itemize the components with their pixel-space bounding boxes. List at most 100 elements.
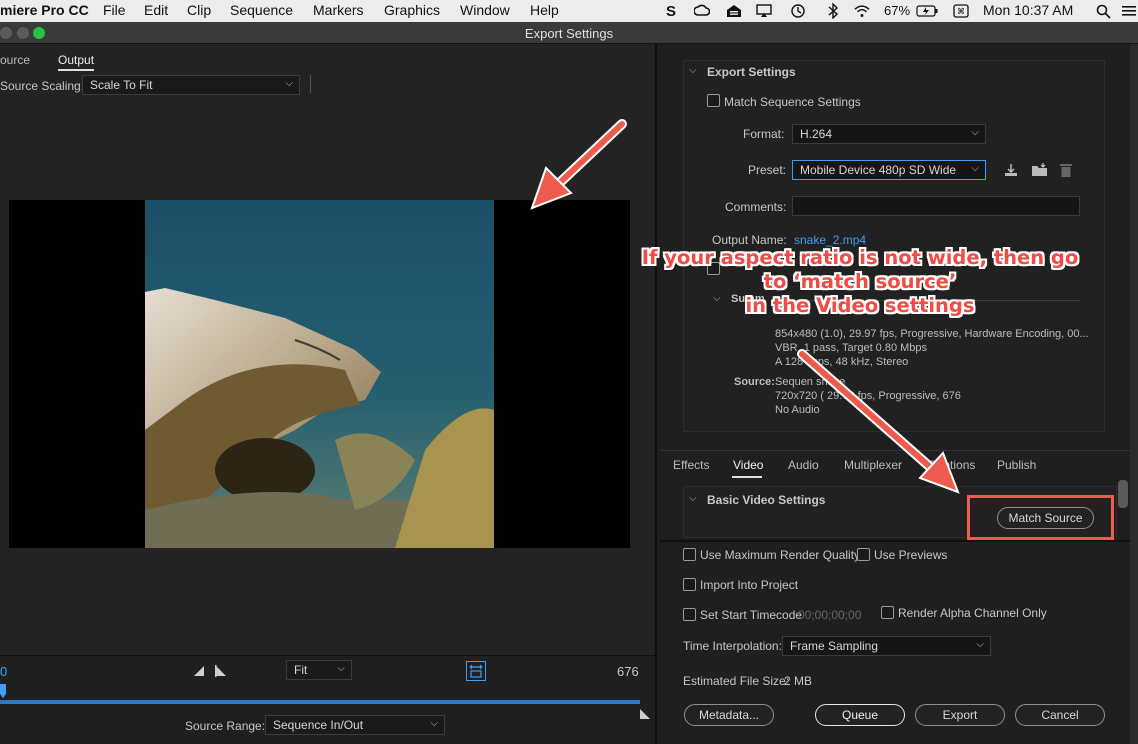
use-previews-label: Use Previews — [874, 548, 948, 562]
source-scaling-value: Scale To Fit — [90, 78, 153, 92]
tab-multiplexer[interactable]: Multiplexer — [844, 458, 902, 472]
set-start-timecode-checkbox[interactable] — [683, 608, 696, 621]
output-summary-line-2: VBR, 1 pass, Target 0.80 Mbps — [775, 342, 928, 354]
settings-scrollbar-thumb[interactable] — [1118, 480, 1128, 508]
timecode-start[interactable]: 0 — [0, 664, 7, 679]
import-preset-icon[interactable] — [1031, 162, 1048, 183]
start-timecode-value[interactable]: 00;00;00;00 — [798, 608, 861, 622]
settings-scroll-strip[interactable] — [1130, 44, 1138, 744]
tab-output[interactable]: Output — [58, 53, 94, 67]
clock[interactable]: Mon 10:37 AM — [983, 2, 1073, 18]
menu-window[interactable]: Window — [460, 2, 510, 18]
screen: miere Pro CC File Edit Clip Sequence Mar… — [0, 0, 1138, 744]
chevron-down-icon: ⌵ — [971, 127, 979, 138]
chevron-down-icon: ⌵ — [285, 78, 293, 89]
source-range-value: Sequence In/Out — [273, 718, 364, 732]
match-sequence-checkbox[interactable] — [707, 94, 720, 107]
menu-graphics[interactable]: Graphics — [384, 2, 440, 18]
source-range-dropdown[interactable]: Sequence In/Out ⌵ — [265, 715, 445, 735]
creative-cloud-icon[interactable] — [694, 3, 710, 19]
chevron-down-icon: ⌵ — [337, 663, 345, 674]
save-preset-icon[interactable] — [1003, 162, 1019, 183]
menu-edit[interactable]: Edit — [144, 2, 168, 18]
tab-video[interactable]: Video — [733, 458, 763, 472]
tab-effects[interactable]: Effects — [673, 458, 709, 472]
time-machine-icon[interactable] — [790, 3, 806, 19]
set-out-point-icon[interactable] — [215, 664, 227, 682]
tab-audio[interactable]: Audio — [788, 458, 819, 472]
collapse-chevron-icon[interactable]: ⌵ — [689, 493, 697, 504]
playhead-icon[interactable] — [0, 684, 6, 705]
delete-preset-icon[interactable] — [1059, 162, 1073, 183]
tab-publish[interactable]: Publish — [997, 458, 1036, 472]
source-summary-line-1: Sequen snake — [775, 376, 846, 388]
menu-clip[interactable]: Clip — [187, 2, 211, 18]
output-summary-line-1: 854x480 (1.0), 29.97 fps, Progressive, H… — [775, 328, 1089, 340]
options-top-rule — [660, 540, 1130, 542]
out-point-handle-icon[interactable] — [640, 706, 650, 724]
preset-dropdown[interactable]: Mobile Device 480p SD Wide ⌵ — [792, 160, 986, 180]
input-source-icon[interactable]: ⌘ — [953, 3, 969, 19]
match-sequence-label: Match Sequence Settings — [724, 95, 861, 109]
metadata-button[interactable]: Metadata... — [684, 704, 774, 726]
menu-file[interactable]: File — [103, 2, 126, 18]
chevron-down-icon: ⌵ — [976, 639, 984, 650]
tab-source[interactable]: ource — [0, 53, 30, 67]
export-settings-header[interactable]: Export Settings — [707, 65, 796, 79]
max-render-quality-checkbox[interactable] — [683, 548, 696, 561]
render-alpha-label: Render Alpha Channel Only — [898, 606, 1047, 620]
annotation-callout: If your aspect ratio is not wide, then g… — [625, 246, 1095, 318]
tab-video-underline — [732, 476, 762, 478]
output-name-link[interactable]: snake_2.mp4 — [794, 233, 866, 247]
cancel-button[interactable]: Cancel — [1015, 704, 1105, 726]
tabs-top-rule — [660, 450, 1130, 451]
source-scaling-dropdown[interactable]: Scale To Fit ⌵ — [82, 75, 300, 95]
time-interpolation-dropdown[interactable]: Frame Sampling ⌵ — [782, 636, 991, 656]
menu-sequence[interactable]: Sequence — [230, 2, 293, 18]
tab-captions[interactable]: Captions — [928, 458, 975, 472]
render-alpha-checkbox[interactable] — [881, 606, 894, 619]
basic-video-header[interactable]: Basic Video Settings — [707, 493, 825, 507]
zoom-level-value: Fit — [294, 663, 308, 677]
toolbar-divider — [310, 75, 311, 93]
export-button[interactable]: Export — [915, 704, 1005, 726]
comments-input[interactable] — [792, 196, 1080, 216]
import-into-project-label: Import Into Project — [700, 578, 799, 592]
format-dropdown[interactable]: H.264 ⌵ — [792, 124, 986, 144]
use-previews-checkbox[interactable] — [857, 548, 870, 561]
queue-button[interactable]: Queue — [815, 704, 905, 726]
timeline-range-bar[interactable] — [0, 700, 640, 704]
format-label: Format: — [743, 127, 785, 141]
zoom-level-dropdown[interactable]: Fit ⌵ — [286, 660, 352, 680]
wifi-icon[interactable] — [854, 3, 870, 19]
search-icon[interactable] — [1095, 3, 1111, 19]
source-summary-line-3: No Audio — [775, 404, 820, 416]
time-interpolation-label: Time Interpolation: — [683, 639, 782, 653]
window-title: Export Settings — [524, 26, 614, 41]
collapse-chevron-icon[interactable]: ⌵ — [689, 65, 697, 76]
import-into-project-checkbox[interactable] — [683, 578, 696, 591]
preset-value: Mobile Device 480p SD Wide — [800, 163, 957, 177]
annotation-line-3: in the Video settings — [745, 294, 975, 317]
chevron-down-icon: ⌵ — [971, 163, 979, 174]
max-render-quality-label: Use Maximum Render Quality — [700, 548, 861, 562]
menu-markers[interactable]: Markers — [313, 2, 364, 18]
set-in-point-icon[interactable] — [193, 664, 205, 682]
aspect-correction-icon[interactable] — [466, 661, 486, 681]
airplay-icon[interactable] — [756, 3, 772, 19]
menu-help[interactable]: Help — [530, 2, 559, 18]
bluetooth-icon[interactable] — [825, 3, 841, 19]
output-name-label: Output Name: — [712, 233, 787, 247]
format-value: H.264 — [800, 127, 833, 141]
set-start-timecode-label: Set Start Timecode — [700, 608, 803, 622]
app-menu[interactable]: miere Pro CC — [0, 2, 89, 18]
annotation-line-2: to ‘match source’ — [763, 270, 957, 293]
svg-text:⌘: ⌘ — [957, 7, 965, 16]
battery-icon[interactable] — [916, 3, 938, 19]
tab-output-underline — [58, 69, 94, 71]
notification-center-icon[interactable] — [1121, 3, 1137, 19]
menu-bar: miere Pro CC File Edit Clip Sequence Mar… — [0, 0, 1138, 22]
skype-icon[interactable]: S — [663, 3, 679, 20]
chevron-down-icon: ⌵ — [430, 718, 438, 729]
dropbox-icon[interactable] — [726, 3, 742, 19]
